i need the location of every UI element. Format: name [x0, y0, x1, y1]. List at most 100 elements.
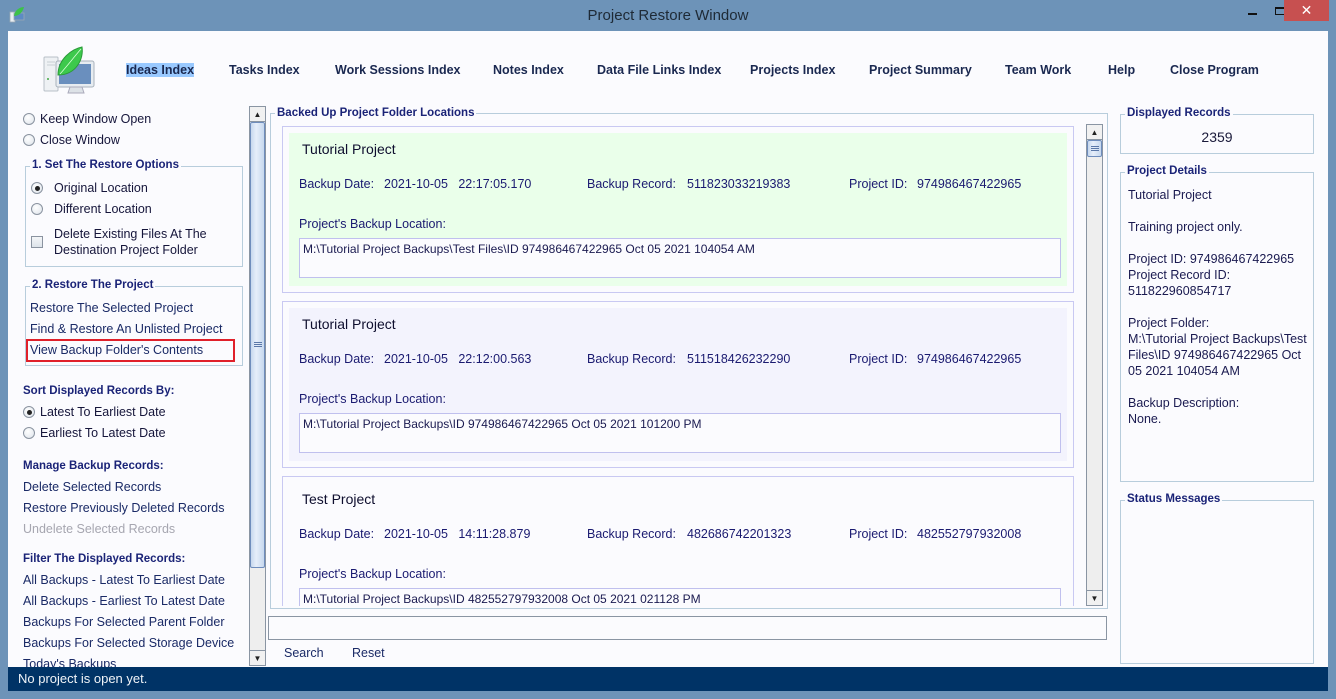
- filter-heading: Filter The Displayed Records:: [23, 553, 186, 565]
- radio-indicator: [23, 406, 35, 418]
- restore-selected-project-link[interactable]: Restore The Selected Project: [30, 301, 193, 315]
- record-project-name: Tutorial Project: [302, 316, 396, 332]
- status-text: No project is open yet.: [18, 671, 148, 686]
- record-project-id: 974986467422965: [917, 352, 1022, 366]
- scroll-down-icon[interactable]: ▼: [250, 650, 265, 665]
- status-messages-group: Status Messages: [1120, 493, 1314, 664]
- group-title: Backed Up Project Folder Locations: [275, 107, 477, 119]
- group-title: 2. Restore The Project: [30, 279, 156, 291]
- record-location-field[interactable]: M:\Tutorial Project Backups\ID 974986467…: [299, 413, 1061, 453]
- original-location-radio[interactable]: Original Location: [31, 181, 148, 195]
- record-backup-date: 2021-10-05 22:12:00.563: [384, 352, 532, 366]
- record-backup-date: 2021-10-05 14:11:28.879: [384, 527, 531, 541]
- radio-label: Original Location: [54, 181, 148, 195]
- record-project-name: Test Project: [302, 491, 376, 507]
- nav-team-work[interactable]: Team Work: [1005, 63, 1071, 77]
- record-backup-record: 511518426232290: [687, 352, 791, 366]
- record-project-id: 974986467422965: [917, 177, 1022, 191]
- record-item[interactable]: Tutorial Project Backup Date: 2021-10-05…: [282, 301, 1074, 468]
- record-location-field[interactable]: M:\Tutorial Project Backups\ID 482552797…: [299, 588, 1061, 606]
- status-bar: No project is open yet.: [8, 667, 1328, 691]
- record-backup-record-label: Backup Record:: [587, 177, 676, 191]
- record-project-id-label: Project ID:: [849, 177, 908, 191]
- keep-window-open-radio[interactable]: Keep Window Open: [23, 112, 151, 126]
- checkbox-label-line: Delete Existing Files At The: [54, 227, 207, 241]
- filter-todays-backups-link[interactable]: Today's Backups: [23, 657, 116, 667]
- radio-indicator: [31, 203, 43, 215]
- record-project-name: Tutorial Project: [302, 141, 396, 157]
- radio-label: Earliest To Latest Date: [40, 426, 166, 440]
- records-scrollbar[interactable]: ▲ ▼: [1086, 124, 1103, 606]
- close-icon: ✕: [1300, 2, 1313, 18]
- radio-label: Latest To Earliest Date: [40, 405, 166, 419]
- record-project-id-label: Project ID:: [849, 527, 908, 541]
- client-area: Ideas Index Tasks Index Work Sessions In…: [8, 31, 1328, 691]
- find-restore-unlisted-link[interactable]: Find & Restore An Unlisted Project: [30, 322, 222, 336]
- record-item[interactable]: Tutorial Project Backup Date: 2021-10-05…: [282, 126, 1074, 293]
- nav-ideas-index[interactable]: Ideas Index: [126, 63, 195, 77]
- radio-label: Keep Window Open: [40, 112, 152, 126]
- radio-indicator: [23, 427, 35, 439]
- checkbox-label: Delete Existing Files At The Destination…: [54, 226, 207, 258]
- group-title: 1. Set The Restore Options: [30, 159, 181, 171]
- radio-label: Close Window: [40, 133, 120, 147]
- close-button[interactable]: ✕: [1284, 0, 1329, 21]
- scroll-up-icon[interactable]: ▲: [250, 107, 265, 122]
- logo-icon: [43, 46, 95, 94]
- record-location-label: Project's Backup Location:: [299, 567, 446, 581]
- maximize-icon: [1274, 6, 1285, 15]
- displayed-records-count: 2359: [1201, 129, 1233, 145]
- group-title: Status Messages: [1125, 493, 1223, 505]
- filter-earliest-latest-link[interactable]: All Backups - Earliest To Latest Date: [23, 594, 225, 608]
- scroll-up-icon[interactable]: ▲: [1087, 125, 1102, 140]
- record-item[interactable]: Test Project Backup Date: 2021-10-05 14:…: [282, 476, 1074, 606]
- record-backup-date-label: Backup Date:: [299, 352, 375, 366]
- nav-close-program[interactable]: Close Program: [1170, 63, 1259, 77]
- nav-project-summary[interactable]: Project Summary: [869, 63, 972, 77]
- filter-parent-folder-link[interactable]: Backups For Selected Parent Folder: [23, 615, 225, 629]
- record-project-id: 482552797932008: [917, 527, 1022, 541]
- scroll-thumb[interactable]: [1087, 140, 1102, 157]
- minimize-icon: [1248, 12, 1257, 15]
- record-backup-date-label: Backup Date:: [299, 527, 375, 541]
- group-title: Project Details: [1125, 165, 1209, 177]
- reset-button[interactable]: Reset: [352, 646, 385, 660]
- nav-tasks-index[interactable]: Tasks Index: [229, 63, 300, 77]
- nav-projects-index[interactable]: Projects Index: [750, 63, 835, 77]
- delete-existing-files-checkbox[interactable]: Delete Existing Files At The Destination…: [31, 226, 207, 258]
- close-window-radio[interactable]: Close Window: [23, 133, 120, 147]
- minimize-button[interactable]: [1239, 0, 1266, 21]
- different-location-radio[interactable]: Different Location: [31, 202, 152, 216]
- delete-selected-records-link[interactable]: Delete Selected Records: [23, 480, 161, 494]
- nav-data-file-links-index[interactable]: Data File Links Index: [597, 63, 721, 77]
- filter-storage-device-link[interactable]: Backups For Selected Storage Device: [23, 636, 234, 650]
- record-backup-record: 511823033219383: [687, 177, 791, 191]
- record-location-field[interactable]: M:\Tutorial Project Backups\Test Files\I…: [299, 238, 1061, 278]
- record-backup-record-label: Backup Record:: [587, 352, 676, 366]
- project-details-text: Tutorial Project Training project only. …: [1128, 188, 1307, 426]
- search-input[interactable]: [268, 616, 1107, 640]
- scroll-down-icon[interactable]: ▼: [1087, 590, 1102, 605]
- restore-project-group: 2. Restore The Project Restore The Selec…: [25, 279, 243, 366]
- scroll-thumb[interactable]: [250, 122, 265, 568]
- record-project-id-label: Project ID:: [849, 352, 908, 366]
- window-title: Project Restore Window: [587, 7, 749, 24]
- nav-help[interactable]: Help: [1108, 63, 1135, 77]
- search-button[interactable]: Search: [284, 646, 324, 660]
- nav-notes-index[interactable]: Notes Index: [493, 63, 564, 77]
- record-location-label: Project's Backup Location:: [299, 217, 446, 231]
- filter-latest-earliest-link[interactable]: All Backups - Latest To Earliest Date: [23, 573, 225, 587]
- displayed-records-group: Displayed Records 2359: [1120, 107, 1314, 154]
- radio-indicator: [31, 182, 43, 194]
- left-panel: Keep Window Open Close Window 1. Set The…: [8, 107, 256, 667]
- nav-work-sessions-index[interactable]: Work Sessions Index: [335, 63, 461, 77]
- radio-label: Different Location: [54, 202, 152, 216]
- record-backup-date: 2021-10-05 22:17:05.170: [384, 177, 532, 191]
- records-list: Tutorial Project Backup Date: 2021-10-05…: [282, 126, 1074, 606]
- restore-deleted-records-link[interactable]: Restore Previously Deleted Records: [23, 501, 224, 515]
- left-panel-scrollbar[interactable]: ▲ ▼: [249, 106, 266, 666]
- highlight-annotation: [26, 339, 235, 362]
- sort-latest-first-radio[interactable]: Latest To Earliest Date: [23, 405, 166, 419]
- sort-earliest-first-radio[interactable]: Earliest To Latest Date: [23, 426, 166, 440]
- radio-indicator: [23, 113, 35, 125]
